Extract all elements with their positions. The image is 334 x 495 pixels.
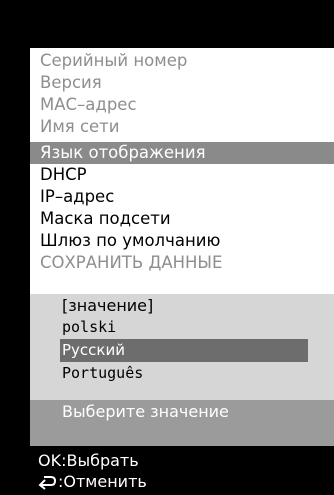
menu-item-subnet-mask[interactable]: Маска подсети (30, 208, 334, 230)
menu-item-version[interactable]: Версия (30, 72, 334, 94)
return-arrow-icon (38, 475, 57, 490)
menu-item-mac-address[interactable]: МАС–адрес (30, 94, 334, 116)
menu-item-serial-number[interactable]: Серийный номер (30, 50, 334, 72)
footer-ok: OK:Выбрать (38, 450, 147, 471)
top-bar (0, 0, 334, 48)
value-list: [значение] polski Русский Português (30, 294, 334, 396)
cancel-label: :Отменить (58, 472, 147, 491)
footer-back: :Отменить (38, 471, 147, 492)
settings-menu: Серийный номер Версия МАС–адрес Имя сети… (30, 48, 334, 294)
menu-item-dhcp[interactable]: DHCP (30, 164, 334, 186)
option-russian[interactable]: Русский (60, 339, 308, 362)
menu-item-network-name[interactable]: Имя сети (30, 116, 334, 138)
menu-item-save-data[interactable]: СОХРАНИТЬ ДАННЫЕ (30, 252, 334, 274)
option-portugues[interactable]: Português (60, 362, 308, 385)
menu-item-display-language[interactable]: Язык отображения (30, 142, 334, 164)
option-polski[interactable]: polski (60, 316, 308, 339)
value-list-header: [значение] (62, 296, 154, 315)
value-select-dialog: [значение] polski Русский Português Выбе… (30, 294, 334, 446)
dialog-hint: Выберите значение (30, 400, 334, 446)
ok-select-label: OK:Выбрать (38, 451, 139, 470)
menu-item-ip-address[interactable]: IP–адрес (30, 186, 334, 208)
footer: OK:Выбрать :Отменить (38, 450, 147, 492)
menu-item-default-gateway[interactable]: Шлюз по умолчанию (30, 230, 334, 252)
